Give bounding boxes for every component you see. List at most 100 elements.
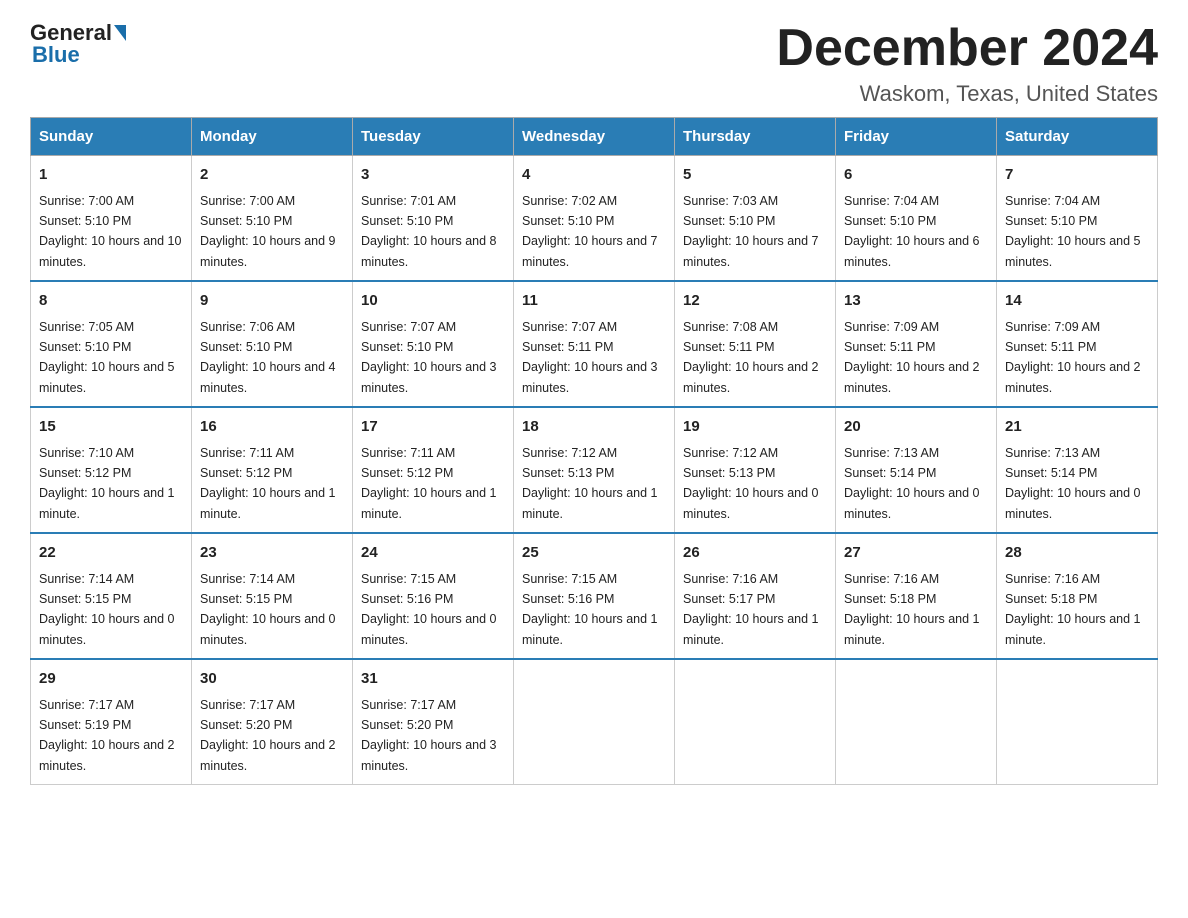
day-number: 4: [522, 164, 666, 187]
day-info: Sunrise: 7:11 AMSunset: 5:12 PMDaylight:…: [361, 446, 497, 521]
calendar-week-row: 29 Sunrise: 7:17 AMSunset: 5:19 PMDaylig…: [31, 659, 1158, 785]
calendar-day-cell: 26 Sunrise: 7:16 AMSunset: 5:17 PMDaylig…: [675, 533, 836, 659]
day-info: Sunrise: 7:04 AMSunset: 5:10 PMDaylight:…: [844, 194, 980, 269]
calendar-week-row: 8 Sunrise: 7:05 AMSunset: 5:10 PMDayligh…: [31, 281, 1158, 407]
calendar-day-cell: [514, 659, 675, 785]
day-info: Sunrise: 7:09 AMSunset: 5:11 PMDaylight:…: [844, 320, 980, 395]
calendar-day-cell: 6 Sunrise: 7:04 AMSunset: 5:10 PMDayligh…: [836, 156, 997, 282]
calendar-day-cell: 21 Sunrise: 7:13 AMSunset: 5:14 PMDaylig…: [997, 407, 1158, 533]
day-info: Sunrise: 7:13 AMSunset: 5:14 PMDaylight:…: [1005, 446, 1141, 521]
day-info: Sunrise: 7:12 AMSunset: 5:13 PMDaylight:…: [522, 446, 658, 521]
day-info: Sunrise: 7:10 AMSunset: 5:12 PMDaylight:…: [39, 446, 175, 521]
calendar-day-cell: 3 Sunrise: 7:01 AMSunset: 5:10 PMDayligh…: [353, 156, 514, 282]
calendar-day-cell: 22 Sunrise: 7:14 AMSunset: 5:15 PMDaylig…: [31, 533, 192, 659]
calendar-day-cell: 1 Sunrise: 7:00 AMSunset: 5:10 PMDayligh…: [31, 156, 192, 282]
day-number: 13: [844, 290, 988, 313]
day-number: 26: [683, 542, 827, 565]
calendar-day-cell: 7 Sunrise: 7:04 AMSunset: 5:10 PMDayligh…: [997, 156, 1158, 282]
day-info: Sunrise: 7:15 AMSunset: 5:16 PMDaylight:…: [522, 572, 658, 647]
day-number: 15: [39, 416, 183, 439]
day-of-week-header: Friday: [836, 118, 997, 156]
day-info: Sunrise: 7:06 AMSunset: 5:10 PMDaylight:…: [200, 320, 336, 395]
day-info: Sunrise: 7:16 AMSunset: 5:18 PMDaylight:…: [844, 572, 980, 647]
calendar-day-cell: 30 Sunrise: 7:17 AMSunset: 5:20 PMDaylig…: [192, 659, 353, 785]
day-of-week-header: Monday: [192, 118, 353, 156]
calendar-day-cell: 29 Sunrise: 7:17 AMSunset: 5:19 PMDaylig…: [31, 659, 192, 785]
calendar-day-cell: 9 Sunrise: 7:06 AMSunset: 5:10 PMDayligh…: [192, 281, 353, 407]
day-number: 5: [683, 164, 827, 187]
calendar-day-cell: 2 Sunrise: 7:00 AMSunset: 5:10 PMDayligh…: [192, 156, 353, 282]
calendar-week-row: 15 Sunrise: 7:10 AMSunset: 5:12 PMDaylig…: [31, 407, 1158, 533]
logo-blue-text: Blue: [32, 42, 80, 68]
day-info: Sunrise: 7:07 AMSunset: 5:11 PMDaylight:…: [522, 320, 658, 395]
calendar-day-cell: 15 Sunrise: 7:10 AMSunset: 5:12 PMDaylig…: [31, 407, 192, 533]
day-number: 7: [1005, 164, 1149, 187]
calendar-day-cell: 19 Sunrise: 7:12 AMSunset: 5:13 PMDaylig…: [675, 407, 836, 533]
day-info: Sunrise: 7:14 AMSunset: 5:15 PMDaylight:…: [39, 572, 175, 647]
day-of-week-header: Thursday: [675, 118, 836, 156]
day-info: Sunrise: 7:00 AMSunset: 5:10 PMDaylight:…: [200, 194, 336, 269]
calendar-day-cell: [997, 659, 1158, 785]
day-info: Sunrise: 7:02 AMSunset: 5:10 PMDaylight:…: [522, 194, 658, 269]
month-title: December 2024: [776, 20, 1158, 77]
day-info: Sunrise: 7:17 AMSunset: 5:20 PMDaylight:…: [200, 698, 336, 773]
day-info: Sunrise: 7:12 AMSunset: 5:13 PMDaylight:…: [683, 446, 819, 521]
day-number: 23: [200, 542, 344, 565]
calendar-day-cell: 23 Sunrise: 7:14 AMSunset: 5:15 PMDaylig…: [192, 533, 353, 659]
day-number: 16: [200, 416, 344, 439]
day-number: 9: [200, 290, 344, 313]
day-of-week-header: Wednesday: [514, 118, 675, 156]
day-of-week-header: Saturday: [997, 118, 1158, 156]
calendar-day-cell: 12 Sunrise: 7:08 AMSunset: 5:11 PMDaylig…: [675, 281, 836, 407]
calendar-day-cell: 10 Sunrise: 7:07 AMSunset: 5:10 PMDaylig…: [353, 281, 514, 407]
calendar-week-row: 1 Sunrise: 7:00 AMSunset: 5:10 PMDayligh…: [31, 156, 1158, 282]
calendar-header-row: SundayMondayTuesdayWednesdayThursdayFrid…: [31, 118, 1158, 156]
location-title: Waskom, Texas, United States: [776, 81, 1158, 107]
day-number: 8: [39, 290, 183, 313]
calendar-day-cell: 4 Sunrise: 7:02 AMSunset: 5:10 PMDayligh…: [514, 156, 675, 282]
day-info: Sunrise: 7:11 AMSunset: 5:12 PMDaylight:…: [200, 446, 336, 521]
calendar-day-cell: 18 Sunrise: 7:12 AMSunset: 5:13 PMDaylig…: [514, 407, 675, 533]
day-number: 6: [844, 164, 988, 187]
calendar-day-cell: 27 Sunrise: 7:16 AMSunset: 5:18 PMDaylig…: [836, 533, 997, 659]
day-number: 24: [361, 542, 505, 565]
calendar-day-cell: 16 Sunrise: 7:11 AMSunset: 5:12 PMDaylig…: [192, 407, 353, 533]
day-number: 10: [361, 290, 505, 313]
day-number: 20: [844, 416, 988, 439]
calendar-day-cell: [836, 659, 997, 785]
day-info: Sunrise: 7:13 AMSunset: 5:14 PMDaylight:…: [844, 446, 980, 521]
calendar-day-cell: 20 Sunrise: 7:13 AMSunset: 5:14 PMDaylig…: [836, 407, 997, 533]
day-number: 1: [39, 164, 183, 187]
day-number: 19: [683, 416, 827, 439]
day-info: Sunrise: 7:08 AMSunset: 5:11 PMDaylight:…: [683, 320, 819, 395]
calendar-day-cell: 5 Sunrise: 7:03 AMSunset: 5:10 PMDayligh…: [675, 156, 836, 282]
day-info: Sunrise: 7:07 AMSunset: 5:10 PMDaylight:…: [361, 320, 497, 395]
calendar-day-cell: 28 Sunrise: 7:16 AMSunset: 5:18 PMDaylig…: [997, 533, 1158, 659]
day-info: Sunrise: 7:03 AMSunset: 5:10 PMDaylight:…: [683, 194, 819, 269]
day-number: 31: [361, 668, 505, 691]
day-number: 17: [361, 416, 505, 439]
day-info: Sunrise: 7:17 AMSunset: 5:19 PMDaylight:…: [39, 698, 175, 773]
calendar-day-cell: 11 Sunrise: 7:07 AMSunset: 5:11 PMDaylig…: [514, 281, 675, 407]
day-info: Sunrise: 7:01 AMSunset: 5:10 PMDaylight:…: [361, 194, 497, 269]
calendar-day-cell: [675, 659, 836, 785]
day-info: Sunrise: 7:00 AMSunset: 5:10 PMDaylight:…: [39, 194, 181, 269]
calendar-day-cell: 14 Sunrise: 7:09 AMSunset: 5:11 PMDaylig…: [997, 281, 1158, 407]
day-number: 27: [844, 542, 988, 565]
day-number: 14: [1005, 290, 1149, 313]
calendar-day-cell: 8 Sunrise: 7:05 AMSunset: 5:10 PMDayligh…: [31, 281, 192, 407]
calendar-day-cell: 31 Sunrise: 7:17 AMSunset: 5:20 PMDaylig…: [353, 659, 514, 785]
day-number: 29: [39, 668, 183, 691]
day-of-week-header: Sunday: [31, 118, 192, 156]
day-of-week-header: Tuesday: [353, 118, 514, 156]
calendar-table: SundayMondayTuesdayWednesdayThursdayFrid…: [30, 117, 1158, 785]
day-info: Sunrise: 7:05 AMSunset: 5:10 PMDaylight:…: [39, 320, 175, 395]
logo-triangle-icon: [114, 25, 126, 41]
day-number: 3: [361, 164, 505, 187]
day-number: 12: [683, 290, 827, 313]
day-number: 21: [1005, 416, 1149, 439]
day-info: Sunrise: 7:17 AMSunset: 5:20 PMDaylight:…: [361, 698, 497, 773]
calendar-day-cell: 17 Sunrise: 7:11 AMSunset: 5:12 PMDaylig…: [353, 407, 514, 533]
logo: General Blue: [30, 20, 128, 68]
day-info: Sunrise: 7:04 AMSunset: 5:10 PMDaylight:…: [1005, 194, 1141, 269]
